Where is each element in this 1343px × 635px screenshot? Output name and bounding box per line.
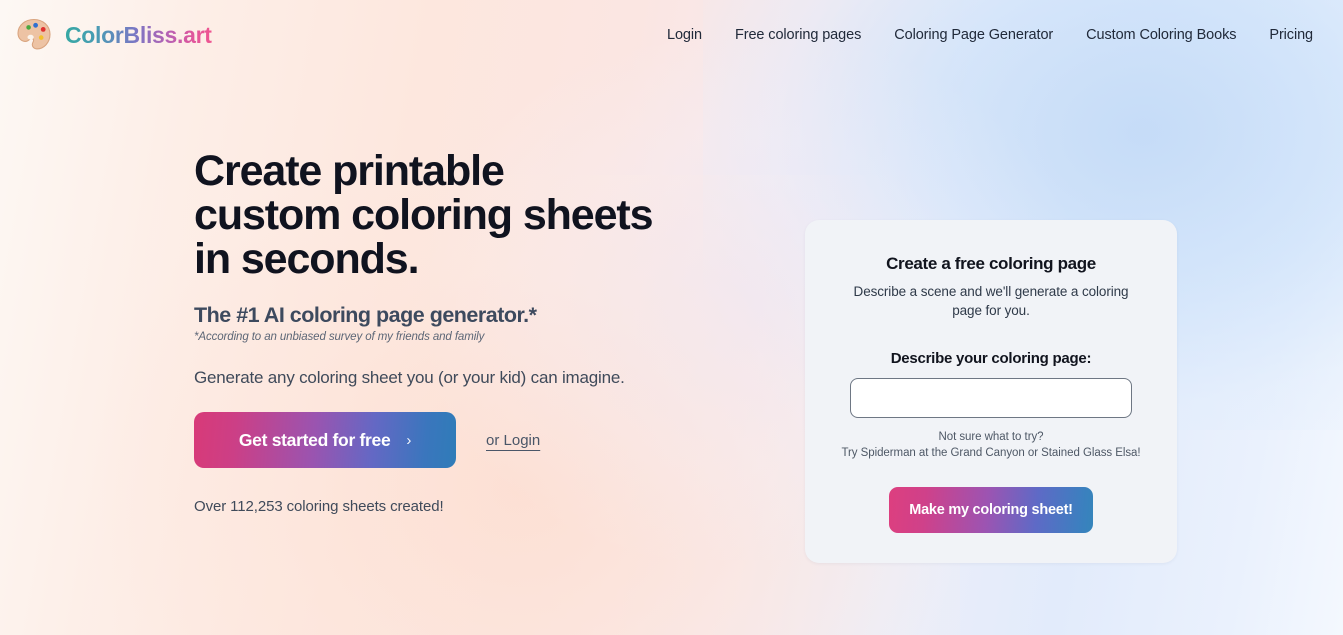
main-navigation: Login Free coloring pages Coloring Page … (667, 27, 1313, 43)
nav-item-coloring-page-generator[interactable]: Coloring Page Generator (894, 27, 1053, 43)
brand-logo[interactable]: ColorBliss.art (14, 15, 212, 55)
nav-item-custom-coloring-books[interactable]: Custom Coloring Books (1086, 27, 1236, 43)
get-started-label: Get started for free (238, 429, 391, 450)
nav-item-pricing[interactable]: Pricing (1269, 27, 1313, 43)
or-login-link[interactable]: or Login (486, 432, 540, 449)
headline-line-3: in seconds. (194, 235, 420, 283)
nav-item-free-coloring-pages[interactable]: Free coloring pages (735, 27, 861, 43)
chevron-right-icon: › (406, 431, 412, 449)
card-subtitle: Describe a scene and we'll generate a co… (853, 284, 1129, 318)
make-coloring-sheet-button[interactable]: Make my coloring sheet! (889, 487, 1093, 533)
prompt-hint-line-2: Try Spiderman at the Grand Canyon or Sta… (841, 447, 1141, 459)
hero-lede: Generate any coloring sheet you (or your… (194, 368, 625, 387)
card-title: Create a free coloring page (886, 254, 1096, 273)
hero-copy: Create printable custom coloring sheets … (194, 149, 734, 515)
prompt-hint-line-1: Not sure what to try? (938, 431, 1044, 443)
hero-footnote: *According to an unbiased survey of my f… (194, 331, 485, 343)
headline-line-2: custom coloring sheets (194, 191, 654, 239)
describe-input[interactable] (850, 378, 1132, 418)
sheets-created-stat: Over 112,253 coloring sheets created! (194, 498, 444, 515)
site-header: ColorBliss.art Login Free coloring pages… (0, 0, 1343, 70)
page-root: ColorBliss.art Login Free coloring pages… (0, 0, 1343, 635)
nav-item-login[interactable]: Login (667, 27, 702, 43)
prompt-hint: Not sure what to try? Try Spiderman at t… (833, 429, 1149, 461)
generator-card-wrap: Create a free coloring page Describe a s… (734, 149, 1177, 563)
page-title: Create printable custom coloring sheets … (194, 149, 734, 281)
cta-row: Get started for free › or Login (194, 412, 734, 468)
hero-subheadline: The #1 AI coloring page generator.* (194, 303, 537, 327)
generator-card: Create a free coloring page Describe a s… (805, 220, 1177, 563)
get-started-button[interactable]: Get started for free › (194, 412, 456, 468)
headline-line-1: Create printable (194, 147, 505, 195)
describe-field-label: Describe your coloring page: (890, 350, 1092, 367)
palette-icon (17, 18, 51, 50)
hero-section: Create printable custom coloring sheets … (0, 70, 1343, 563)
brand-name: ColorBliss.art (65, 21, 212, 48)
